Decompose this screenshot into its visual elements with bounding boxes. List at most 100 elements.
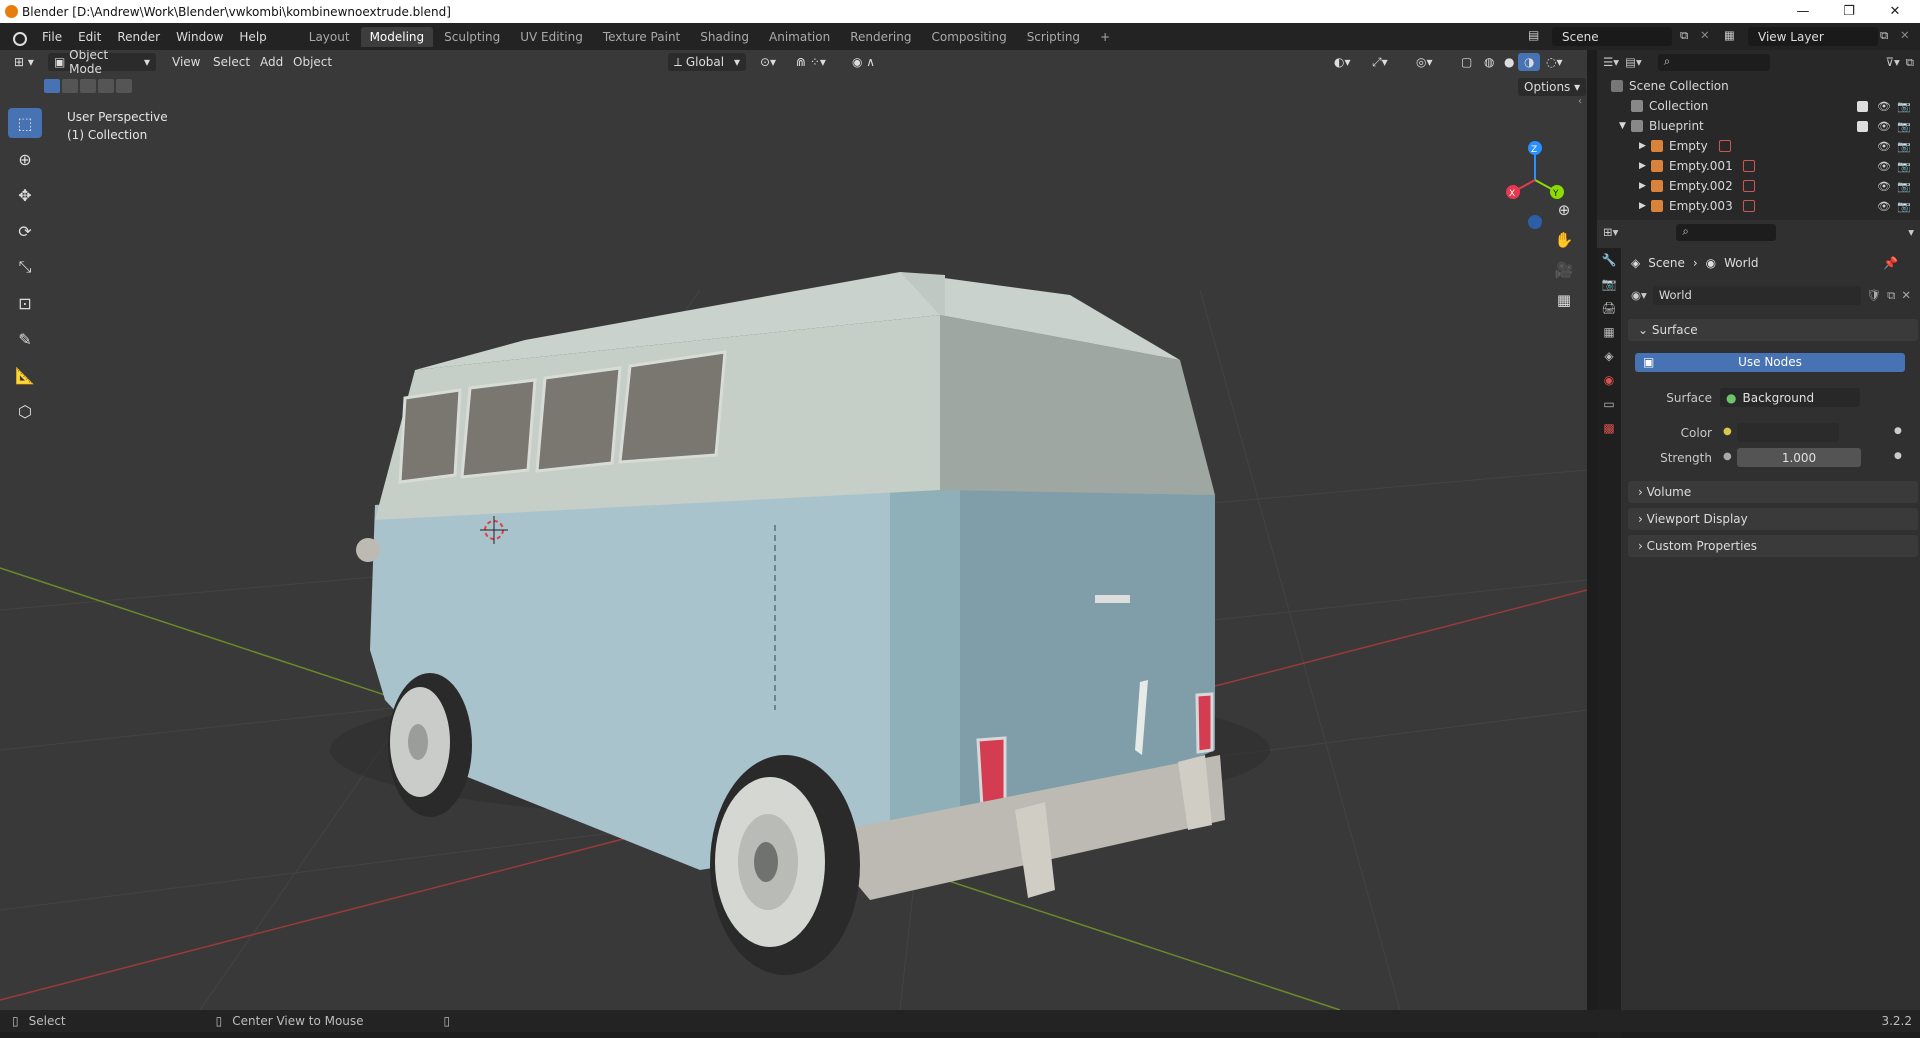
eye-icon[interactable]: 👁 — [1877, 160, 1891, 173]
tab-uv-editing[interactable]: UV Editing — [511, 27, 592, 47]
options-dropdown[interactable]: Options ▾ — [1518, 78, 1587, 96]
perspective-toggle-icon[interactable]: ▦ — [1552, 285, 1576, 315]
volume-panel-header[interactable]: › Volume — [1628, 481, 1918, 503]
world-browse-icon[interactable]: ◉▾ — [1631, 288, 1647, 302]
outliner-row-blueprint[interactable]: ▼ Blueprint 👁 📷 — [1597, 116, 1920, 136]
camera-icon[interactable]: 📷 — [1897, 200, 1911, 213]
chevron-down-icon[interactable]: ▾ — [1908, 225, 1914, 239]
outliner-row-empty-002[interactable]: ▶ Empty.002 👁 📷 — [1597, 176, 1920, 196]
scale-tool-icon[interactable]: ⤡ — [8, 252, 42, 282]
outliner-row-collection[interactable]: Collection 👁 📷 — [1597, 96, 1920, 116]
minimize-button[interactable]: — — [1780, 0, 1826, 23]
image-data-icon[interactable] — [1743, 180, 1755, 192]
menu-file[interactable]: File — [34, 30, 70, 44]
viewport-display-panel-header[interactable]: › Viewport Display — [1628, 508, 1918, 530]
scene-tab-icon[interactable]: ◈ — [1597, 344, 1621, 368]
expand-arrow-icon[interactable]: ▶ — [1639, 201, 1651, 211]
visibility-icon[interactable]: ◐▾ — [1328, 53, 1357, 71]
menu-object[interactable]: Object — [287, 53, 338, 71]
menu-view[interactable]: View — [166, 53, 206, 71]
use-nodes-button[interactable]: ▣ Use Nodes — [1635, 353, 1905, 372]
new-view-layer-icon[interactable]: ⧉ — [1880, 28, 1888, 43]
pivot-point-icon[interactable]: ⊙▾ — [754, 53, 782, 71]
strength-field[interactable]: 1.000 — [1737, 448, 1861, 467]
rendered-shading-icon[interactable]: ◌▾ — [1540, 53, 1569, 71]
keyframe-dot-icon[interactable]: ● — [1894, 451, 1902, 461]
pin-icon[interactable]: 📌 — [1883, 256, 1898, 270]
outliner-row-empty[interactable]: ▶ Empty 👁 📷 — [1597, 136, 1920, 156]
select-subtract-icon[interactable] — [80, 79, 96, 93]
tab-texture-paint[interactable]: Texture Paint — [594, 27, 689, 47]
unlink-icon[interactable]: ✕ — [1901, 288, 1911, 302]
image-data-icon[interactable] — [1719, 140, 1731, 152]
properties-search-icon[interactable]: ⌕ — [1676, 223, 1777, 241]
fake-user-icon[interactable]: 🛡 — [1867, 288, 1882, 302]
outliner-editor-icon[interactable]: ☰▾ — [1603, 55, 1619, 69]
measure-tool-icon[interactable]: 📐 — [8, 360, 42, 390]
gizmo-toggle-icon[interactable]: ⤢▾ — [1366, 53, 1394, 71]
select-new-icon[interactable] — [44, 79, 60, 93]
camera-icon[interactable]: 📷 — [1897, 180, 1911, 193]
annotate-tool-icon[interactable]: ✎ — [8, 324, 42, 354]
rotate-tool-icon[interactable]: ⟳ — [8, 216, 42, 246]
display-mode-icon[interactable]: ▤▾ — [1625, 55, 1642, 69]
cursor-tool-icon[interactable]: ⊕ — [8, 144, 42, 174]
material-shading-icon[interactable]: ◑ — [1518, 53, 1541, 71]
view-layer-icon[interactable]: ▦ — [1724, 28, 1735, 42]
move-tool-icon[interactable]: ✥ — [8, 180, 42, 210]
select-invert-icon[interactable] — [98, 79, 114, 93]
menu-add[interactable]: Add — [254, 53, 289, 71]
delete-view-layer-icon[interactable]: ✕ — [1900, 28, 1910, 42]
surface-shader-field[interactable]: ● Background — [1720, 388, 1860, 407]
camera-icon[interactable]: 📷 — [1897, 100, 1911, 113]
camera-icon[interactable]: 📷 — [1897, 160, 1911, 173]
eye-icon[interactable]: 👁 — [1877, 120, 1891, 133]
camera-icon[interactable]: 📷 — [1897, 140, 1911, 153]
tab-compositing[interactable]: Compositing — [922, 27, 1015, 47]
menu-select[interactable]: Select — [207, 53, 256, 71]
transform-orientation-dropdown[interactable]: ⟂ Global ▾ — [668, 53, 746, 71]
pan-hand-icon[interactable]: ✋ — [1552, 225, 1576, 255]
image-data-icon[interactable] — [1743, 200, 1755, 212]
scene-selector-icon[interactable]: ▤ — [1528, 28, 1552, 45]
sidebar-toggle-icon[interactable]: ‹ — [1578, 96, 1582, 107]
eye-icon[interactable]: 👁 — [1877, 140, 1891, 153]
tab-shading[interactable]: Shading — [691, 27, 758, 47]
tab-scripting[interactable]: Scripting — [1018, 27, 1089, 47]
xray-icon[interactable]: ▢ — [1455, 53, 1478, 71]
expand-arrow-icon[interactable]: ▶ — [1639, 161, 1651, 171]
select-box-tool-icon[interactable]: ⬚ — [8, 108, 42, 138]
new-scene-icon[interactable]: ⧉ — [1680, 28, 1688, 43]
delete-scene-icon[interactable]: ✕ — [1700, 28, 1710, 42]
camera-view-icon[interactable]: 🎥 — [1552, 255, 1576, 285]
surface-panel-header[interactable]: ⌄ Surface — [1628, 319, 1918, 341]
select-extend-icon[interactable] — [62, 79, 78, 93]
filter-icon[interactable]: ⊽▾ — [1886, 55, 1900, 69]
add-cube-tool-icon[interactable]: ⬡ — [8, 396, 42, 426]
world-name-field[interactable]: World — [1652, 285, 1861, 305]
color-swatch[interactable] — [1737, 423, 1839, 442]
outliner-search-icon[interactable]: ⌕ — [1657, 53, 1770, 71]
eye-icon[interactable]: 👁 — [1877, 100, 1891, 113]
tab-modeling[interactable]: Modeling — [360, 26, 434, 47]
view-layer-field[interactable]: View Layer — [1748, 27, 1878, 46]
scene-field[interactable]: Scene — [1552, 27, 1672, 46]
menu-window[interactable]: Window — [168, 30, 231, 44]
overlays-icon[interactable]: ◎▾ — [1410, 53, 1439, 71]
menu-help[interactable]: Help — [231, 30, 274, 44]
eye-icon[interactable]: 👁 — [1877, 180, 1891, 193]
proportional-edit-icon[interactable]: ◉ ∧ — [846, 53, 881, 71]
editor-type-icon[interactable]: ⊞ ▾ — [8, 53, 40, 71]
render-tab-icon[interactable]: 📷 — [1597, 272, 1621, 296]
eye-icon[interactable]: 👁 — [1877, 200, 1891, 213]
menu-edit[interactable]: Edit — [70, 30, 109, 44]
expand-arrow-icon[interactable]: ▶ — [1639, 141, 1651, 151]
outliner-row-empty-001[interactable]: ▶ Empty.001 👁 📷 — [1597, 156, 1920, 176]
tool-tab-icon[interactable]: 🔧 — [1597, 248, 1621, 272]
snap-icon[interactable]: ⋒ ⁘▾ — [790, 53, 832, 71]
properties-editor-icon[interactable]: ⊞▾ — [1603, 225, 1618, 239]
world-tab-icon[interactable]: ◉ — [1597, 368, 1621, 392]
view-layer-tab-icon[interactable]: ▦ — [1597, 320, 1621, 344]
new-collection-icon[interactable]: ⧉ — [1906, 55, 1914, 70]
mode-selector[interactable]: ▣ Object Mode ▾ — [48, 50, 156, 76]
